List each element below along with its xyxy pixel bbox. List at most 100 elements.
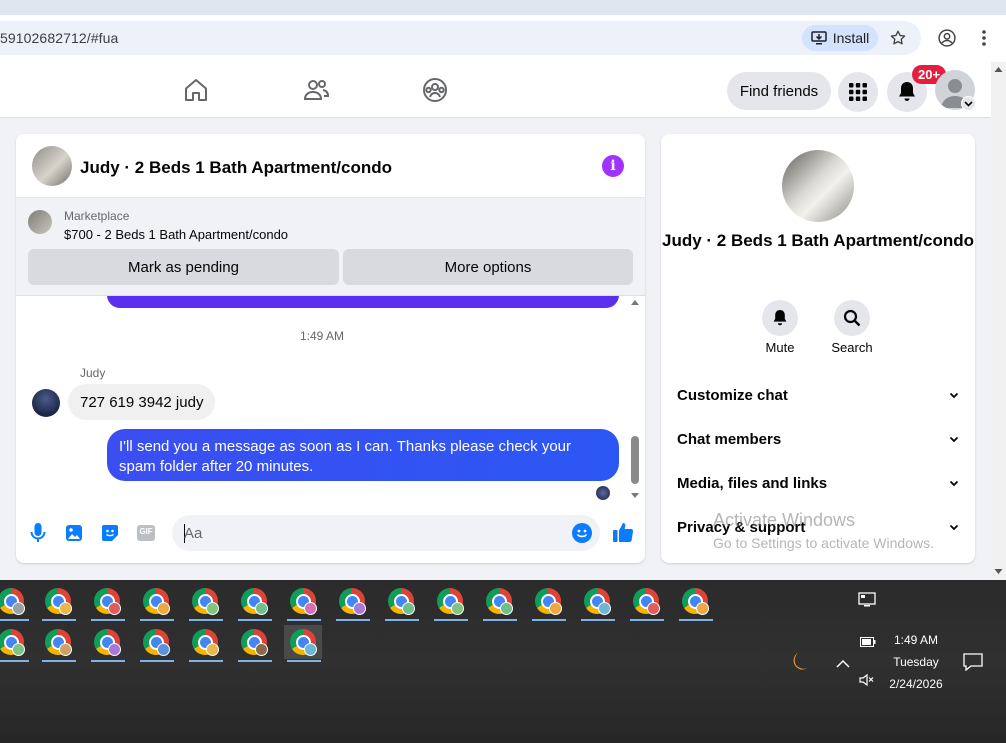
search-button[interactable] bbox=[834, 300, 870, 336]
bell-icon bbox=[773, 310, 787, 326]
facebook-header: Find friends 20+ bbox=[0, 62, 991, 118]
chrome-taskbar-icon[interactable] bbox=[39, 625, 77, 662]
listing-thumbnail[interactable] bbox=[28, 210, 52, 234]
battery-icon[interactable] bbox=[860, 634, 876, 652]
mark-as-pending-button[interactable]: Mark as pending bbox=[28, 249, 339, 285]
moon-icon[interactable] bbox=[788, 650, 812, 679]
chat-title[interactable]: Judy · 2 Beds 1 Bath Apartment/condo bbox=[80, 158, 392, 178]
windows-taskbar: 1:49 AM Tuesday 2/24/2026 bbox=[0, 580, 1006, 743]
sticker-icon[interactable] bbox=[99, 522, 121, 544]
chrome-taskbar-icon[interactable] bbox=[0, 584, 30, 621]
message-input[interactable]: Aa bbox=[172, 515, 600, 551]
marketplace-label: Marketplace bbox=[64, 209, 130, 223]
chrome-taskbar-icon[interactable] bbox=[0, 625, 30, 662]
speaker-muted-icon[interactable] bbox=[859, 673, 875, 692]
mute-label: Mute bbox=[765, 340, 795, 355]
message-input-placeholder: Aa bbox=[184, 525, 203, 542]
bell-icon bbox=[899, 82, 915, 101]
chrome-taskbar-icon[interactable] bbox=[235, 625, 273, 662]
thumbs-up-icon[interactable] bbox=[612, 520, 634, 544]
chevron-down-icon bbox=[949, 524, 959, 530]
chat-panel: Judy · 2 Beds 1 Bath Apartment/condo i M… bbox=[16, 134, 645, 563]
url-text[interactable]: 59102682712/#fua bbox=[0, 30, 118, 46]
clock-date[interactable]: 2/24/2026 bbox=[884, 677, 948, 691]
chrome-taskbar-icon[interactable] bbox=[88, 625, 126, 662]
section-media-files-links[interactable]: Media, files and links bbox=[677, 465, 959, 501]
install-button[interactable]: Install bbox=[802, 25, 878, 51]
grid-icon bbox=[849, 83, 867, 101]
chrome-taskbar-icon[interactable] bbox=[186, 584, 224, 621]
clock-day[interactable]: Tuesday bbox=[886, 655, 946, 669]
mute-button[interactable] bbox=[762, 300, 798, 336]
chevron-down-icon[interactable] bbox=[961, 96, 976, 111]
home-icon[interactable] bbox=[182, 76, 210, 104]
chevron-down-icon bbox=[949, 392, 959, 398]
find-friends-button[interactable]: Find friends bbox=[727, 72, 831, 110]
chrome-taskbar-icon[interactable] bbox=[137, 625, 175, 662]
browser-toolbar: 59102682712/#fua Install bbox=[0, 15, 1006, 62]
chrome-taskbar-icon[interactable] bbox=[284, 584, 322, 621]
clock-time[interactable]: 1:49 AM bbox=[886, 633, 946, 647]
menu-grid-button[interactable] bbox=[838, 72, 878, 112]
section-label: Media, files and links bbox=[677, 474, 828, 492]
listing-title[interactable]: $700 - 2 Beds 1 Bath Apartment/condo bbox=[64, 227, 288, 242]
chrome-taskbar-icon[interactable] bbox=[333, 584, 371, 621]
gif-icon[interactable]: GIF bbox=[135, 522, 157, 544]
outgoing-message[interactable]: I'll send you a message as soon as I can… bbox=[107, 429, 619, 481]
microphone-icon[interactable] bbox=[27, 522, 49, 544]
emoji-icon[interactable] bbox=[572, 523, 592, 543]
chrome-taskbar-icon[interactable] bbox=[627, 584, 665, 621]
chrome-taskbar-icon[interactable] bbox=[578, 584, 616, 621]
chrome-taskbar-icon[interactable] bbox=[529, 584, 567, 621]
chrome-taskbar-icon[interactable] bbox=[284, 625, 322, 662]
sender-avatar[interactable] bbox=[32, 389, 60, 417]
conversation-avatar[interactable] bbox=[782, 150, 854, 222]
friends-icon[interactable] bbox=[302, 76, 330, 104]
message-composer: GIF Aa bbox=[16, 504, 645, 563]
more-options-button[interactable]: More options bbox=[343, 249, 633, 285]
chrome-taskbar-icon[interactable] bbox=[88, 584, 126, 621]
photo-icon[interactable] bbox=[63, 522, 85, 544]
browser-tab-strip bbox=[0, 0, 1006, 15]
address-bar[interactable]: 59102682712/#fua Install bbox=[0, 21, 921, 55]
chrome-taskbar-icon[interactable] bbox=[39, 584, 77, 621]
chevron-down-icon bbox=[949, 480, 959, 486]
bookmark-star-icon[interactable] bbox=[886, 24, 910, 52]
activate-windows-watermark: Activate Windows bbox=[713, 510, 856, 530]
seen-indicator-avatar bbox=[596, 486, 610, 500]
conversation-info-panel: Judy · 2 Beds 1 Bath Apartment/condo Mut… bbox=[661, 134, 975, 563]
chrome-taskbar-icon[interactable] bbox=[235, 584, 273, 621]
previous-outgoing-bubble bbox=[107, 296, 619, 308]
chrome-taskbar-icon[interactable] bbox=[480, 584, 518, 621]
kebab-menu-icon[interactable] bbox=[972, 24, 996, 52]
chrome-taskbar-icon[interactable] bbox=[137, 584, 175, 621]
notification-center-icon[interactable] bbox=[963, 653, 983, 676]
timestamp-separator: 1:49 AM bbox=[299, 329, 345, 343]
desktop-icon[interactable] bbox=[858, 592, 876, 613]
section-label: Customize chat bbox=[677, 386, 788, 404]
listing-avatar[interactable] bbox=[32, 146, 72, 186]
chevron-up-icon[interactable] bbox=[836, 655, 850, 673]
section-customize-chat[interactable]: Customize chat bbox=[677, 377, 959, 413]
chrome-taskbar-icon[interactable] bbox=[676, 584, 714, 621]
activate-windows-hint: Go to Settings to activate Windows. bbox=[713, 535, 934, 551]
chrome-taskbar-icon[interactable] bbox=[382, 584, 420, 621]
install-label: Install bbox=[832, 30, 870, 46]
search-label: Search bbox=[831, 340, 873, 355]
incoming-message[interactable]: 727 619 3942 judy bbox=[68, 384, 216, 420]
chat-header: Judy · 2 Beds 1 Bath Apartment/condo i bbox=[16, 134, 645, 198]
info-icon[interactable]: i bbox=[602, 155, 624, 177]
install-icon bbox=[810, 31, 827, 45]
gif-label: GIF bbox=[139, 527, 153, 536]
sender-name: Judy bbox=[80, 366, 106, 380]
section-label: Chat members bbox=[677, 430, 782, 448]
groups-icon[interactable] bbox=[421, 76, 449, 104]
chrome-taskbar-icon[interactable] bbox=[186, 625, 224, 662]
message-scrollbar[interactable] bbox=[628, 296, 642, 504]
section-chat-members[interactable]: Chat members bbox=[677, 421, 959, 457]
profile-icon[interactable] bbox=[935, 24, 959, 52]
marketplace-banner: Marketplace $700 - 2 Beds 1 Bath Apartme… bbox=[16, 198, 645, 296]
page-scrollbar[interactable] bbox=[991, 62, 1006, 580]
chrome-taskbar-icon[interactable] bbox=[431, 584, 469, 621]
conversation-name: Judy · 2 Beds 1 Bath Apartment/condo bbox=[661, 231, 975, 250]
